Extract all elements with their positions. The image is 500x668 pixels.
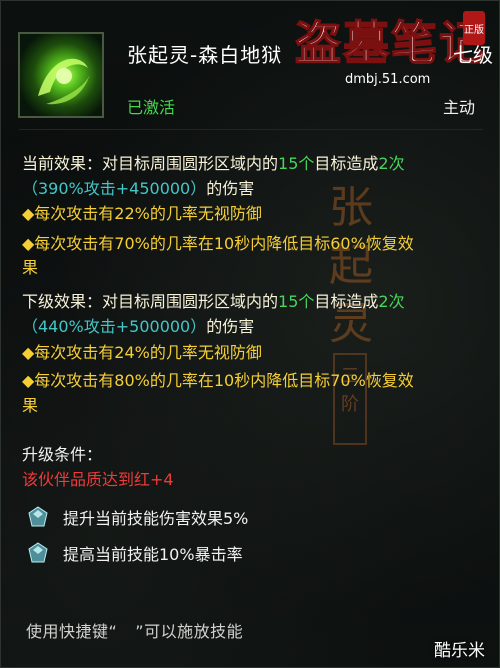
upgrade-label: 升级条件： [22,445,103,464]
svg-text:dmbj.51.com: dmbj.51.com [345,72,430,87]
next-bullet-2-cont: 果 [22,396,39,415]
current-effect-desc-2: 目标造成 [314,154,379,173]
skill-name: 张起灵-森白地狱 [127,43,283,67]
current-damage-suffix: 的伤害 [206,179,255,198]
gem-icon [28,542,48,563]
hint-suffix: ”可以施放技能 [135,622,244,641]
current-damage-formula: （390%攻击+450000） [22,179,207,198]
next-target-count: 15个 [278,292,315,311]
hint-prefix: 使用快捷键“ [26,622,118,641]
svg-text:正版: 正版 [464,23,484,36]
next-damage-suffix: 的伤害 [206,317,255,336]
site-watermark: 酷乐米 [434,641,485,661]
next-damage-formula: （440%攻击+500000） [22,317,207,336]
gem-bonus-2: 提高当前技能10%暴击率 [63,545,243,564]
next-effect-desc-2: 目标造成 [314,292,379,311]
next-bullet-1: ◆每次攻击有24%的几率无视防御 [22,343,262,362]
current-bullet-1: ◆每次攻击有22%的几率无视防御 [22,204,262,223]
current-effect-label: 当前效果： [22,154,103,173]
green-swirl-icon [38,58,90,105]
next-damage-line: （440%攻击+500000）的伤害 [22,315,254,339]
skill-tooltip-panel: 张 起 灵 三阶 盗墓笔记 正版 dmbj.51.com 张起灵-森白地狱 七级… [0,0,500,668]
skill-type: 主动 [442,98,475,117]
skill-level: 七级 [453,43,493,67]
next-effect-label: 下级效果： [22,292,103,311]
next-effect-line: 下级效果：对目标周围圆形区域内的15个目标造成2次 [22,290,405,314]
next-bullet-2: ◆每次攻击有80%的几率在10秒内降低目标70%恢复效 [22,371,414,390]
current-hit-times: 2次 [378,154,405,173]
seal-decoration: 三阶 [333,353,367,445]
next-effect-desc: 对目标周围圆形区域内的 [102,292,279,311]
gem-icon [28,506,48,527]
gem-bonus-1: 提升当前技能伤害效果5% [63,509,249,528]
next-hit-times: 2次 [378,292,405,311]
current-damage-line: （390%攻击+450000）的伤害 [22,177,254,201]
background-char: 张 [329,182,373,233]
current-effect-desc: 对目标周围圆形区域内的 [102,154,279,173]
current-bullet-2-cont: 果 [22,258,39,277]
activation-status: 已激活 [127,98,176,117]
background-character-art: 张 起 灵 [321,179,381,353]
divider [19,129,483,130]
current-bullet-2: ◆每次攻击有70%的几率在10秒内降低目标60%恢复效 [22,234,414,253]
hotkey-hint: 使用快捷键“ ”可以施放技能 [26,618,243,642]
upgrade-requirement: 该伙伴品质达到红+4 [22,470,174,489]
skill-icon [18,32,104,118]
current-target-count: 15个 [278,154,315,173]
current-effect-line: 当前效果：对目标周围圆形区域内的15个目标造成2次 [22,152,405,176]
